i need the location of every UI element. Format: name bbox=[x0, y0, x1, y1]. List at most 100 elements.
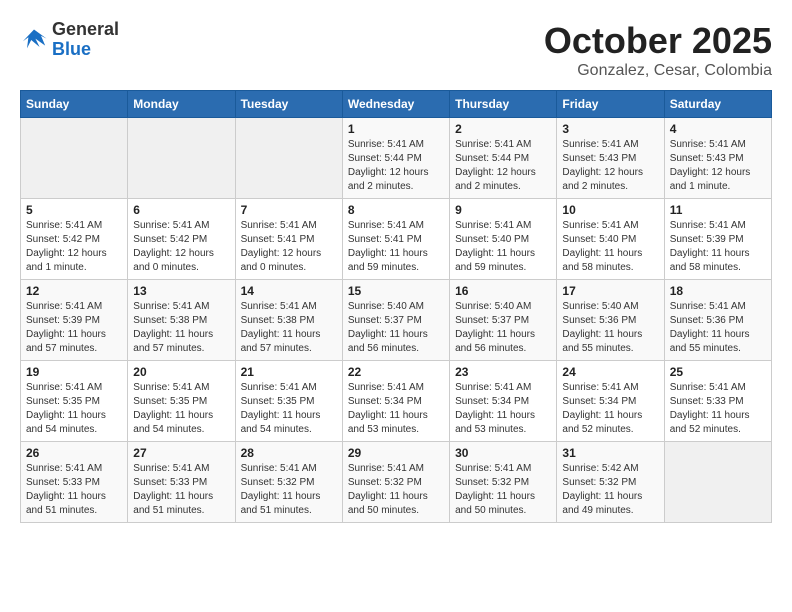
calendar-header: Sunday Monday Tuesday Wednesday Thursday… bbox=[21, 91, 772, 118]
day-info: Sunrise: 5:41 AMSunset: 5:44 PMDaylight:… bbox=[348, 138, 444, 194]
calendar-cell: 21 Sunrise: 5:41 AMSunset: 5:35 PMDayligh… bbox=[235, 361, 342, 442]
day-number: 26 bbox=[26, 446, 122, 460]
col-monday: Monday bbox=[128, 91, 235, 118]
title-block: October 2025 Gonzalez, Cesar, Colombia bbox=[544, 20, 772, 80]
day-number: 30 bbox=[455, 446, 551, 460]
calendar-cell: 30 Sunrise: 5:41 AMSunset: 5:32 PMDayligh… bbox=[450, 442, 557, 523]
day-info: Sunrise: 5:41 AMSunset: 5:34 PMDaylight:… bbox=[348, 381, 444, 437]
day-info: Sunrise: 5:41 AMSunset: 5:42 PMDaylight:… bbox=[133, 219, 229, 275]
calendar-body: 1 Sunrise: 5:41 AMSunset: 5:44 PMDaylight… bbox=[21, 118, 772, 523]
day-info: Sunrise: 5:41 AMSunset: 5:34 PMDaylight:… bbox=[562, 381, 658, 437]
calendar-cell: 25Sunrise: 5:41 AMSunset: 5:33 PMDayligh… bbox=[664, 361, 771, 442]
day-info: Sunrise: 5:41 AMSunset: 5:44 PMDaylight:… bbox=[455, 138, 551, 194]
day-number: 14 bbox=[241, 284, 337, 298]
logo: General Blue bbox=[20, 20, 119, 60]
col-wednesday: Wednesday bbox=[342, 91, 449, 118]
day-number: 27 bbox=[133, 446, 229, 460]
day-info: Sunrise: 5:41 AMSunset: 5:41 PMDaylight:… bbox=[348, 219, 444, 275]
calendar-cell: 24 Sunrise: 5:41 AMSunset: 5:34 PMDayligh… bbox=[557, 361, 664, 442]
calendar-cell bbox=[21, 118, 128, 199]
day-number: 18 bbox=[670, 284, 766, 298]
calendar-cell: 9Sunrise: 5:41 AMSunset: 5:40 PMDaylight… bbox=[450, 199, 557, 280]
day-number: 13 bbox=[133, 284, 229, 298]
day-number: 17 bbox=[562, 284, 658, 298]
day-number: 8 bbox=[348, 203, 444, 217]
col-thursday: Thursday bbox=[450, 91, 557, 118]
day-info: Sunrise: 5:41 AMSunset: 5:38 PMDaylight:… bbox=[241, 300, 337, 356]
day-number: 7 bbox=[241, 203, 337, 217]
day-number: 6 bbox=[133, 203, 229, 217]
day-info: Sunrise: 5:42 AMSunset: 5:32 PMDaylight:… bbox=[562, 462, 658, 518]
calendar-cell: 7 Sunrise: 5:41 AMSunset: 5:41 PMDaylight… bbox=[235, 199, 342, 280]
calendar-cell: 20Sunrise: 5:41 AMSunset: 5:35 PMDayligh… bbox=[128, 361, 235, 442]
day-info: Sunrise: 5:41 AMSunset: 5:32 PMDaylight:… bbox=[348, 462, 444, 518]
col-friday: Friday bbox=[557, 91, 664, 118]
day-info: Sunrise: 5:41 AMSunset: 5:43 PMDaylight:… bbox=[562, 138, 658, 194]
day-number: 23 bbox=[455, 365, 551, 379]
day-number: 3 bbox=[562, 122, 658, 136]
calendar-cell: 2 Sunrise: 5:41 AMSunset: 5:44 PMDaylight… bbox=[450, 118, 557, 199]
page-header: General Blue October 2025 Gonzalez, Cesa… bbox=[20, 20, 772, 80]
calendar-week-3: 12Sunrise: 5:41 AMSunset: 5:39 PMDayligh… bbox=[21, 280, 772, 361]
calendar-cell: 31 Sunrise: 5:42 AMSunset: 5:32 PMDayligh… bbox=[557, 442, 664, 523]
calendar-cell: 26 Sunrise: 5:41 AMSunset: 5:33 PMDayligh… bbox=[21, 442, 128, 523]
calendar-cell: 22 Sunrise: 5:41 AMSunset: 5:34 PMDayligh… bbox=[342, 361, 449, 442]
day-info: Sunrise: 5:41 AMSunset: 5:40 PMDaylight:… bbox=[562, 219, 658, 275]
day-number: 24 bbox=[562, 365, 658, 379]
calendar-cell: 3 Sunrise: 5:41 AMSunset: 5:43 PMDaylight… bbox=[557, 118, 664, 199]
day-info: Sunrise: 5:41 AMSunset: 5:42 PMDaylight:… bbox=[26, 219, 122, 275]
day-number: 5 bbox=[26, 203, 122, 217]
day-number: 10 bbox=[562, 203, 658, 217]
calendar-cell: 27Sunrise: 5:41 AMSunset: 5:33 PMDayligh… bbox=[128, 442, 235, 523]
day-info: Sunrise: 5:41 AMSunset: 5:33 PMDaylight:… bbox=[670, 381, 766, 437]
day-info: Sunrise: 5:41 AMSunset: 5:32 PMDaylight:… bbox=[455, 462, 551, 518]
calendar-cell bbox=[235, 118, 342, 199]
calendar-cell: 12Sunrise: 5:41 AMSunset: 5:39 PMDayligh… bbox=[21, 280, 128, 361]
day-info: Sunrise: 5:41 AMSunset: 5:35 PMDaylight:… bbox=[133, 381, 229, 437]
calendar-cell: 16 Sunrise: 5:40 AMSunset: 5:37 PMDayligh… bbox=[450, 280, 557, 361]
day-info: Sunrise: 5:41 AMSunset: 5:43 PMDaylight:… bbox=[670, 138, 766, 194]
day-number: 11 bbox=[670, 203, 766, 217]
calendar-cell: 15Sunrise: 5:40 AMSunset: 5:37 PMDayligh… bbox=[342, 280, 449, 361]
calendar-cell: 4 Sunrise: 5:41 AMSunset: 5:43 PMDaylight… bbox=[664, 118, 771, 199]
logo-icon bbox=[20, 26, 48, 54]
logo-text-line2: Blue bbox=[52, 40, 119, 60]
calendar-cell: 1 Sunrise: 5:41 AMSunset: 5:44 PMDaylight… bbox=[342, 118, 449, 199]
day-info: Sunrise: 5:41 AMSunset: 5:35 PMDaylight:… bbox=[241, 381, 337, 437]
calendar-cell: 6 Sunrise: 5:41 AMSunset: 5:42 PMDaylight… bbox=[128, 199, 235, 280]
calendar-cell: 13 Sunrise: 5:41 AMSunset: 5:38 PMDayligh… bbox=[128, 280, 235, 361]
calendar-cell bbox=[664, 442, 771, 523]
calendar-cell: 23Sunrise: 5:41 AMSunset: 5:34 PMDayligh… bbox=[450, 361, 557, 442]
month-title: October 2025 bbox=[544, 20, 772, 62]
day-info: Sunrise: 5:41 AMSunset: 5:39 PMDaylight:… bbox=[26, 300, 122, 356]
col-saturday: Saturday bbox=[664, 91, 771, 118]
day-number: 22 bbox=[348, 365, 444, 379]
day-number: 2 bbox=[455, 122, 551, 136]
day-number: 29 bbox=[348, 446, 444, 460]
calendar-cell: 19Sunrise: 5:41 AMSunset: 5:35 PMDayligh… bbox=[21, 361, 128, 442]
header-row: Sunday Monday Tuesday Wednesday Thursday… bbox=[21, 91, 772, 118]
col-tuesday: Tuesday bbox=[235, 91, 342, 118]
day-info: Sunrise: 5:41 AMSunset: 5:33 PMDaylight:… bbox=[26, 462, 122, 518]
logo-text-line1: General bbox=[52, 20, 119, 40]
day-info: Sunrise: 5:41 AMSunset: 5:38 PMDaylight:… bbox=[133, 300, 229, 356]
calendar-cell: 11 Sunrise: 5:41 AMSunset: 5:39 PMDayligh… bbox=[664, 199, 771, 280]
day-info: Sunrise: 5:40 AMSunset: 5:36 PMDaylight:… bbox=[562, 300, 658, 356]
day-number: 1 bbox=[348, 122, 444, 136]
day-info: Sunrise: 5:41 AMSunset: 5:41 PMDaylight:… bbox=[241, 219, 337, 275]
calendar-cell: 17 Sunrise: 5:40 AMSunset: 5:36 PMDayligh… bbox=[557, 280, 664, 361]
col-sunday: Sunday bbox=[21, 91, 128, 118]
day-number: 28 bbox=[241, 446, 337, 460]
day-info: Sunrise: 5:41 AMSunset: 5:39 PMDaylight:… bbox=[670, 219, 766, 275]
day-number: 4 bbox=[670, 122, 766, 136]
day-number: 31 bbox=[562, 446, 658, 460]
calendar-cell: 10 Sunrise: 5:41 AMSunset: 5:40 PMDayligh… bbox=[557, 199, 664, 280]
day-number: 16 bbox=[455, 284, 551, 298]
calendar-table: Sunday Monday Tuesday Wednesday Thursday… bbox=[20, 90, 772, 523]
location: Gonzalez, Cesar, Colombia bbox=[544, 62, 772, 80]
day-info: Sunrise: 5:40 AMSunset: 5:37 PMDaylight:… bbox=[455, 300, 551, 356]
day-info: Sunrise: 5:40 AMSunset: 5:37 PMDaylight:… bbox=[348, 300, 444, 356]
calendar-cell: 18Sunrise: 5:41 AMSunset: 5:36 PMDayligh… bbox=[664, 280, 771, 361]
calendar-week-2: 5 Sunrise: 5:41 AMSunset: 5:42 PMDaylight… bbox=[21, 199, 772, 280]
day-number: 21 bbox=[241, 365, 337, 379]
